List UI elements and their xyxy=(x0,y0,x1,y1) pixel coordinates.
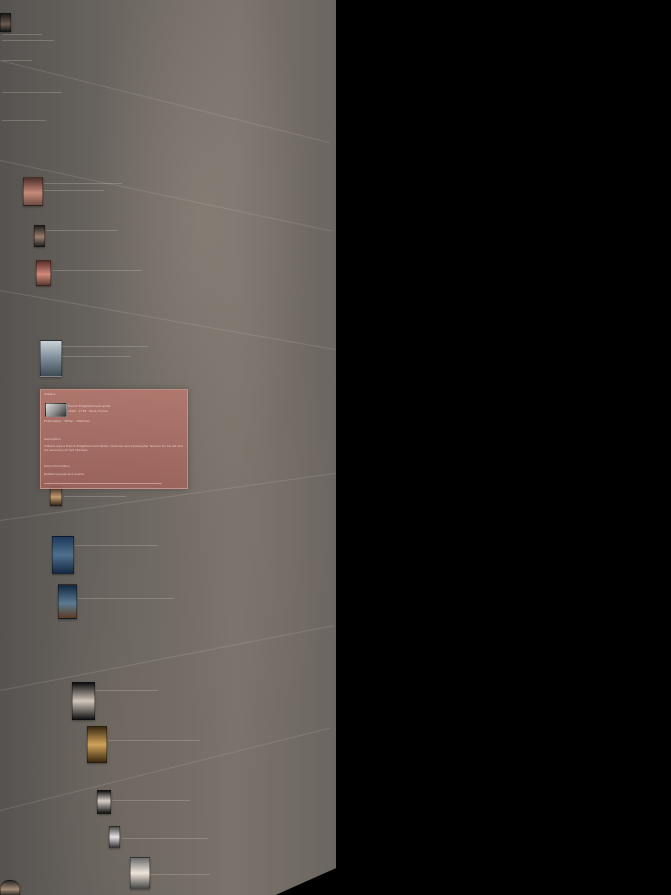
card-title: Voltaire xyxy=(44,392,56,396)
portrait-thumbnail[interactable] xyxy=(40,340,62,377)
caption-line xyxy=(94,690,158,691)
card-footer: More information xyxy=(44,464,70,468)
caption-line xyxy=(112,800,190,801)
portrait-thumbnail[interactable] xyxy=(58,584,77,619)
caption-line xyxy=(52,270,142,271)
stage: Voltaire French Enlightenment writer 169… xyxy=(0,0,671,895)
caption-line xyxy=(44,183,122,184)
timeline-panel[interactable]: Voltaire French Enlightenment writer 169… xyxy=(0,0,336,895)
portrait-thumbnail[interactable] xyxy=(52,536,74,574)
caption-line xyxy=(60,356,130,357)
portrait-thumbnail[interactable] xyxy=(36,260,51,286)
portrait-thumbnail[interactable] xyxy=(109,826,120,848)
portrait-thumbnail[interactable] xyxy=(130,857,150,889)
caption-line xyxy=(74,545,158,546)
caption-line xyxy=(2,40,54,41)
portrait-thumbnail[interactable] xyxy=(23,177,43,206)
portrait-thumbnail[interactable] xyxy=(72,682,95,720)
card-body: Voltaire was a French Enlightenment writ… xyxy=(44,444,184,452)
card-heading: Description xyxy=(44,437,62,441)
portrait-thumbnail[interactable] xyxy=(34,225,45,247)
card-thumbnail xyxy=(45,403,67,417)
caption-line xyxy=(150,874,210,875)
portrait-thumbnail[interactable] xyxy=(0,880,20,895)
card-link[interactable]: Related people and events xyxy=(44,472,84,476)
caption-line xyxy=(2,60,32,61)
caption-line xyxy=(64,496,126,497)
timeline-connector xyxy=(0,160,333,232)
timeline-connector xyxy=(0,625,334,691)
portrait-thumbnail[interactable] xyxy=(0,13,11,32)
caption-line xyxy=(44,190,104,191)
portrait-thumbnail[interactable] xyxy=(50,486,62,506)
caption-line xyxy=(122,838,208,839)
card-meta: 1694 - 1778 · Paris, France xyxy=(68,409,109,413)
caption-line xyxy=(46,230,118,231)
timeline-connector xyxy=(0,60,331,144)
portrait-thumbnail[interactable] xyxy=(87,726,107,763)
card-separator xyxy=(44,483,162,484)
caption-line xyxy=(108,740,200,741)
portrait-thumbnail[interactable] xyxy=(97,790,111,814)
caption-line xyxy=(60,346,148,347)
card-tags: Philosopher · Writer · Historian xyxy=(44,419,90,423)
caption-line xyxy=(2,34,42,35)
card-subtitle: French Enlightenment writer xyxy=(68,404,111,408)
caption-line xyxy=(2,92,62,93)
caption-line xyxy=(78,598,174,599)
caption-line xyxy=(2,120,46,121)
